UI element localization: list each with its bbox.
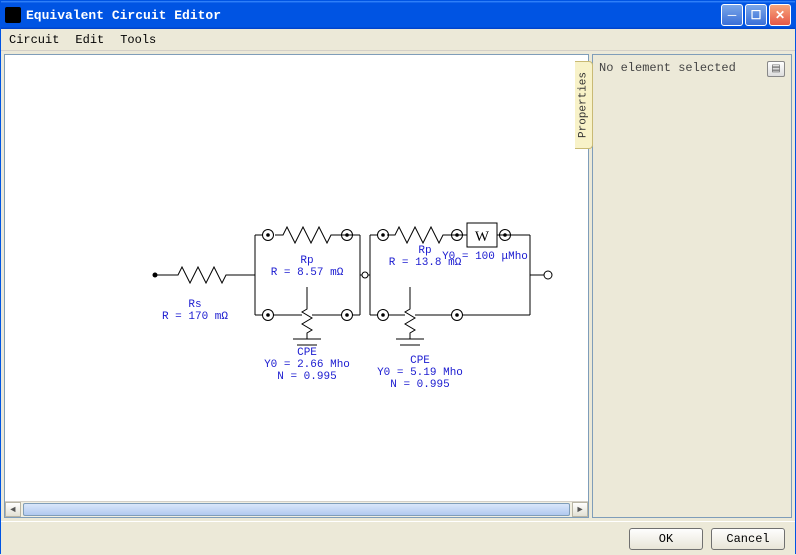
cpe1-p1: Y0 = 2.66 Mho <box>264 359 350 371</box>
rp1-param: R = 8.57 mΩ <box>271 267 344 279</box>
resistor-rp-1[interactable] <box>275 227 339 243</box>
resistor-rs[interactable] <box>170 267 234 283</box>
cpe1-p2: N = 0.995 <box>277 371 336 383</box>
rs-name: Rs <box>188 299 201 311</box>
minimize-button[interactable]: ─ <box>721 4 743 26</box>
menu-tools[interactable]: Tools <box>120 33 156 47</box>
cpe-2[interactable] <box>396 303 424 345</box>
end-terminal[interactable] <box>544 271 552 279</box>
scroll-left-button[interactable]: ◄ <box>5 502 21 517</box>
titlebar: Equivalent Circuit Editor ─ ☐ ✕ <box>1 1 795 29</box>
scroll-track[interactable] <box>21 502 572 517</box>
client-area: Rs R = 170 mΩ Rp R = 8.57 mΩ <box>1 51 795 521</box>
window-buttons: ─ ☐ ✕ <box>721 4 791 26</box>
resistor-rp-2[interactable] <box>387 227 451 243</box>
rp2-name: Rp <box>418 245 431 257</box>
warburg-label: W <box>475 229 490 245</box>
cpe1-name: CPE <box>297 347 317 359</box>
menubar: Circuit Edit Tools <box>1 29 795 51</box>
cpe2-p2: N = 0.995 <box>390 379 449 391</box>
cpe-1[interactable] <box>293 303 321 345</box>
panel-options-icon[interactable]: ▤ <box>767 61 785 77</box>
close-button[interactable]: ✕ <box>769 4 791 26</box>
menu-edit[interactable]: Edit <box>75 33 104 47</box>
parallel-block-2[interactable]: W Rp R = 13.8 mΩ Y0 = 100 μMho CPE Y0 = … <box>370 223 530 391</box>
properties-message: No element selected <box>599 61 785 75</box>
properties-panel: Properties ▤ No element selected <box>592 54 792 518</box>
app-icon <box>5 7 21 23</box>
properties-tab[interactable]: Properties <box>575 61 593 149</box>
ok-button[interactable]: OK <box>629 528 703 550</box>
parallel-block-1[interactable]: Rp R = 8.57 mΩ CPE Y0 = 2.66 Mho N = 0.9… <box>255 227 360 383</box>
warburg-param: Y0 = 100 μMho <box>442 251 528 263</box>
scroll-thumb[interactable] <box>23 503 570 516</box>
circuit-canvas[interactable]: Rs R = 170 mΩ Rp R = 8.57 mΩ <box>4 54 589 518</box>
maximize-button[interactable]: ☐ <box>745 4 767 26</box>
button-bar: OK Cancel <box>1 521 795 555</box>
scroll-right-button[interactable]: ► <box>572 502 588 517</box>
cancel-button[interactable]: Cancel <box>711 528 785 550</box>
horizontal-scrollbar[interactable]: ◄ ► <box>5 501 588 517</box>
rp1-name: Rp <box>300 255 313 267</box>
rs-param: R = 170 mΩ <box>162 311 228 323</box>
cpe2-p1: Y0 = 5.19 Mho <box>377 367 463 379</box>
menu-circuit[interactable]: Circuit <box>9 33 59 47</box>
window-title: Equivalent Circuit Editor <box>26 8 721 23</box>
cpe2-name: CPE <box>410 355 430 367</box>
